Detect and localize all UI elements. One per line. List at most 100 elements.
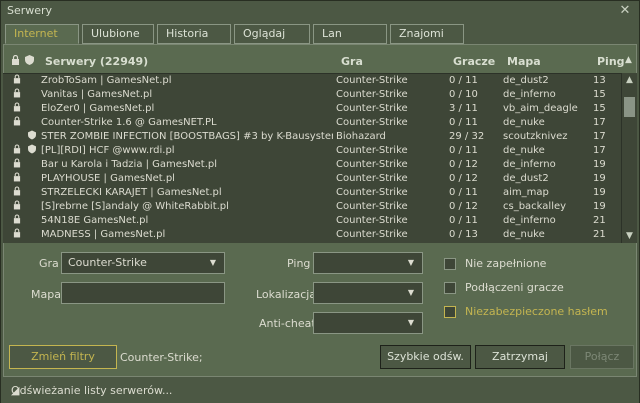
change-filters-button[interactable]: Zmień filtry <box>9 345 117 369</box>
column-players[interactable]: Gracze <box>453 55 495 68</box>
anticheat-filter-select[interactable]: ▼ <box>313 312 423 334</box>
tab-ogladaj[interactable]: Oglądaj <box>234 24 310 44</box>
lock-icon <box>13 214 21 229</box>
location-filter-select[interactable]: ▼ <box>313 282 423 304</box>
server-game: Counter-Strike <box>336 75 408 86</box>
server-name: MADNESS | GamesNet.pl <box>41 229 166 240</box>
lock-icon <box>13 102 21 117</box>
not-full-checkbox[interactable] <box>444 258 456 270</box>
server-ping: 19 <box>593 187 606 198</box>
column-map[interactable]: Mapa <box>507 55 541 68</box>
server-ping: 15 <box>593 89 606 100</box>
chevron-down-icon: ▼ <box>209 258 216 267</box>
column-ping[interactable]: Ping <box>597 55 625 68</box>
ping-filter-select[interactable]: ▼ <box>313 252 423 274</box>
lock-icon <box>13 158 21 173</box>
table-row[interactable]: ZrobToSam | GamesNet.pl Counter-Strike 0… <box>3 74 621 88</box>
column-game[interactable]: Gra <box>341 55 363 68</box>
lock-icon <box>13 200 21 215</box>
scrollbar-thumb[interactable] <box>624 97 635 117</box>
server-ping: 21 <box>593 215 606 226</box>
ping-filter-label: Ping <box>287 257 311 270</box>
server-list[interactable]: ZrobToSam | GamesNet.pl Counter-Strike 0… <box>3 73 621 243</box>
server-ping: 19 <box>593 159 606 170</box>
table-row[interactable]: MADNESS | GamesNet.pl Counter-Strike 0 /… <box>3 228 621 242</box>
server-name: [S]rebrne [S]andaly @ WhiteRabbit.pl <box>41 201 229 212</box>
server-map: de_inferno <box>503 159 556 170</box>
server-name: Vanitas | GamesNet.pl <box>41 89 153 100</box>
connect-button[interactable]: Połącz <box>570 345 634 369</box>
lock-icon <box>13 186 21 201</box>
tab-historia[interactable]: Historia <box>157 24 231 44</box>
server-players: 0 / 13 <box>449 229 478 240</box>
server-name: PLAYHOUSE | GamesNet.pl <box>41 173 175 184</box>
table-row[interactable]: [PL][RDI] HCF @www.rdi.pl Counter-Strike… <box>3 144 621 158</box>
title-bar[interactable]: Serwery ✕ <box>1 1 639 21</box>
tab-internet[interactable]: Internet <box>5 24 79 44</box>
column-servers[interactable]: Serwery (22949) <box>45 55 148 68</box>
shield-icon <box>28 130 36 145</box>
server-game: Counter-Strike <box>336 173 408 184</box>
shield-column-icon[interactable] <box>25 55 34 68</box>
table-row[interactable]: Vanitas | GamesNet.pl Counter-Strike 0 /… <box>3 88 621 102</box>
server-game: Counter-Strike <box>336 215 408 226</box>
server-players: 0 / 11 <box>449 117 478 128</box>
server-players: 0 / 10 <box>449 89 478 100</box>
server-ping: 17 <box>593 117 606 128</box>
map-filter-label: Mapa <box>31 288 61 301</box>
server-ping: 19 <box>593 173 606 184</box>
server-game: Counter-Strike <box>336 159 408 170</box>
server-ping: 21 <box>593 229 606 240</box>
table-row[interactable]: 54N18E GamesNet.pl Counter-Strike 0 / 11… <box>3 214 621 228</box>
table-row[interactable]: Counter-Strike 1.6 @ GamesNET.PL Counter… <box>3 116 621 130</box>
server-map: scoutzknivez <box>503 131 568 142</box>
shield-icon <box>28 144 36 159</box>
map-filter-field[interactable] <box>61 282 225 304</box>
table-row[interactable]: STRZELECKI KARAJET | GamesNet.pl Counter… <box>3 186 621 200</box>
server-game: Counter-Strike <box>336 145 408 156</box>
table-row[interactable]: Bar u Karola i Tadzia | GamesNet.pl Coun… <box>3 158 621 172</box>
lock-icon <box>13 116 21 131</box>
lock-icon <box>13 74 21 89</box>
server-ping: 17 <box>593 145 606 156</box>
password-protected-label: Niezabezpieczone hasłem <box>465 305 608 318</box>
resize-grip-icon[interactable]: ◢ <box>11 384 25 398</box>
server-ping: 19 <box>593 201 606 212</box>
table-row[interactable]: [S]rebrne [S]andaly @ WhiteRabbit.pl Cou… <box>3 200 621 214</box>
server-map: vb_aim_deagle <box>503 103 578 114</box>
password-protected-checkbox[interactable] <box>444 306 456 318</box>
game-filter-select[interactable]: Counter-Strike ▼ <box>61 252 225 274</box>
server-list-scrollbar[interactable]: ▲ ▼ <box>621 73 637 243</box>
table-row[interactable]: EloZer0 | GamesNet.pl Counter-Strike 3 /… <box>3 102 621 116</box>
scroll-down-icon[interactable]: ▼ <box>622 229 637 243</box>
close-icon[interactable]: ✕ <box>617 3 633 19</box>
server-game: Biohazard <box>336 131 386 142</box>
server-game: Counter-Strike <box>336 117 408 128</box>
server-players: 0 / 12 <box>449 201 478 212</box>
stop-button[interactable]: Zatrzymaj <box>475 345 565 369</box>
server-players: 0 / 11 <box>449 145 478 156</box>
scroll-up-icon[interactable]: ▲ <box>622 73 637 87</box>
connected-players-label: Podłączeni gracze <box>465 281 564 294</box>
tab-ulubione[interactable]: Ulubione <box>82 24 154 44</box>
server-game: Counter-Strike <box>336 187 408 198</box>
server-map: de_dust2 <box>503 173 549 184</box>
server-players: 0 / 11 <box>449 187 478 198</box>
server-name: STER ZOMBIE INFECTION [BOOSTBAGS] #3 by … <box>41 131 333 142</box>
chevron-down-icon: ▼ <box>407 288 414 297</box>
tab-znajomi[interactable]: Znajomi <box>390 24 464 44</box>
server-ping: 13 <box>593 75 606 86</box>
anticheat-filter-label: Anti-cheat <box>259 317 316 330</box>
table-row[interactable]: PLAYHOUSE | GamesNet.pl Counter-Strike 0… <box>3 172 621 186</box>
lock-column-icon[interactable] <box>11 54 20 68</box>
table-row[interactable]: STER ZOMBIE INFECTION [BOOSTBAGS] #3 by … <box>3 130 621 144</box>
server-name: ZrobToSam | GamesNet.pl <box>41 75 172 86</box>
lock-icon <box>13 172 21 187</box>
sort-arrow-icon[interactable]: ▲ <box>625 55 632 65</box>
quick-refresh-button[interactable]: Szybkie odśw. <box>380 345 471 369</box>
lock-icon <box>13 88 21 103</box>
tab-lan[interactable]: Lan <box>313 24 387 44</box>
server-name: Bar u Karola i Tadzia | GamesNet.pl <box>41 159 218 170</box>
server-map: cs_backalley <box>503 201 567 212</box>
connected-players-checkbox[interactable] <box>444 282 456 294</box>
